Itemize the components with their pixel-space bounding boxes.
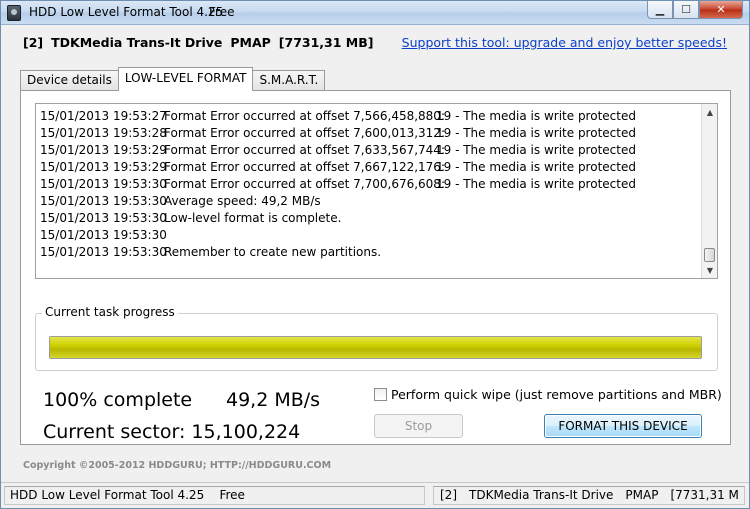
progress-fill [50,337,701,358]
window-controls: ▁ ☐ ✕ [647,1,743,20]
progress-label: Current task progress [42,305,178,319]
window-title: HDD Low Level Format Tool 4.25 [29,5,224,19]
progress-group: Current task progress [35,305,718,371]
log-list[interactable]: 15/01/2013 19:53:27Format Error occurred… [35,103,718,279]
format-device-button[interactable]: FORMAT THIS DEVICE [544,414,702,438]
log-message: Format Error occurred at offset 7,667,12… [164,160,445,174]
low-level-format-panel: 15/01/2013 19:53:27Format Error occurred… [20,90,731,445]
log-message: Remember to create new partitions. [164,245,382,259]
hdd-icon [7,5,21,21]
log-time: 15/01/2013 19:53:29 [40,143,167,157]
quick-wipe-label: Perform quick wipe (just remove partitio… [391,387,722,402]
speed-readout: 49,2 MB/s [226,389,321,411]
tab-device-details[interactable]: Device details [20,70,119,91]
log-time: 15/01/2013 19:53:30 [40,228,167,242]
status-app-panel: HDD Low Level Format Tool 4.25 Free [4,486,425,505]
close-button[interactable]: ✕ [699,1,743,19]
status-app-name: HDD Low Level Format Tool 4.25 [10,488,205,502]
scroll-down-icon[interactable]: ▼ [702,262,717,278]
log-message: Low-level format is complete. [164,211,342,225]
tab-smart[interactable]: S.M.A.R.T. [252,70,326,91]
log-detail: 19 - The media is write protected [436,126,636,140]
log-line: 15/01/2013 19:53:27Format Error occurred… [40,108,700,125]
log-message: Format Error occurred at offset 7,566,45… [164,109,445,123]
log-message: Average speed: 49,2 MB/s [164,194,321,208]
log-time: 15/01/2013 19:53:27 [40,109,167,123]
log-message: Format Error occurred at offset 7,600,01… [164,126,445,140]
log-detail: 19 - The media is write protected [436,177,636,191]
tab-bar: Device details LOW-LEVEL FORMAT S.M.A.R.… [20,67,326,91]
window-edition: Free [209,5,235,19]
support-link[interactable]: Support this tool: upgrade and enjoy bet… [402,35,727,50]
device-summary: [2] TDKMedia Trans-It Drive PMAP [7731,31 M… [23,35,381,50]
status-bar: HDD Low Level Format Tool 4.25 Free [2] T… [1,482,749,508]
log-detail: 19 - The media is write protected [436,160,636,174]
scroll-up-icon[interactable]: ▲ [702,104,717,120]
log-time: 15/01/2013 19:53:28 [40,126,167,140]
log-line: 15/01/2013 19:53:30Format Error occurred… [40,176,700,193]
tab-low-level-format[interactable]: LOW-LEVEL FORMAT [117,67,254,91]
quick-wipe-option[interactable]: Perform quick wipe (just remove partitio… [374,387,722,402]
log-time: 15/01/2013 19:53:30 [40,245,167,259]
status-device-name: TDKMedia Trans-It Drive [469,488,614,502]
status-device-panel: [2] TDKMedia Trans-It Drive PMAP [7731,31 M [433,486,745,505]
status-device-mode: PMAP [625,488,659,502]
log-time: 15/01/2013 19:53:29 [40,160,167,174]
stop-button[interactable]: Stop [374,414,463,438]
log-detail: 19 - The media is write protected [436,109,636,123]
log-scrollbar[interactable]: ▲ ▼ [701,104,717,278]
minimize-button[interactable]: ▁ [647,1,673,19]
log-line: 15/01/2013 19:53:30Remember to create ne… [40,244,700,261]
scroll-thumb[interactable] [704,248,715,262]
close-icon: ✕ [716,3,726,16]
percent-complete: 100% complete [43,389,193,411]
maximize-icon: ☐ [681,3,691,16]
copyright-text: Copyright ©2005-2012 HDDGURU; HTTP://HDD… [23,460,332,471]
minimize-icon: ▁ [655,3,665,16]
log-detail: 19 - The media is write protected [436,143,636,157]
device-name: TDKMedia Trans-It Drive [51,35,223,50]
log-message: Format Error occurred at offset 7,700,67… [164,177,445,191]
device-mode: PMAP [230,35,271,50]
device-index: [2] [23,35,44,50]
title-bar[interactable]: HDD Low Level Format Tool 4.25 Free ▁ ☐ … [1,1,749,25]
maximize-button[interactable]: ☐ [673,1,699,19]
log-line: 15/01/2013 19:53:29Format Error occurred… [40,159,700,176]
current-sector: Current sector: 15,100,224 [43,421,301,443]
progress-bar [49,336,702,359]
status-device-size: [7731,31 M [670,488,739,502]
log-time: 15/01/2013 19:53:30 [40,194,167,208]
quick-wipe-checkbox[interactable] [374,388,387,401]
log-line: 15/01/2013 19:53:30Low-level format is c… [40,210,700,227]
log-time: 15/01/2013 19:53:30 [40,177,167,191]
status-device-index: [2] [440,488,457,502]
log-line: 15/01/2013 19:53:30 [40,227,700,244]
log-line: 15/01/2013 19:53:30Average speed: 49,2 M… [40,193,700,210]
log-lines: 15/01/2013 19:53:27Format Error occurred… [40,108,700,261]
log-line: 15/01/2013 19:53:29Format Error occurred… [40,142,700,159]
app-window: HDD Low Level Format Tool 4.25 Free ▁ ☐ … [0,0,750,509]
log-line: 15/01/2013 19:53:28Format Error occurred… [40,125,700,142]
status-edition: Free [219,488,245,502]
log-time: 15/01/2013 19:53:30 [40,211,167,225]
log-message: Format Error occurred at offset 7,633,56… [164,143,445,157]
device-size: [7731,31 MB] [278,35,374,50]
